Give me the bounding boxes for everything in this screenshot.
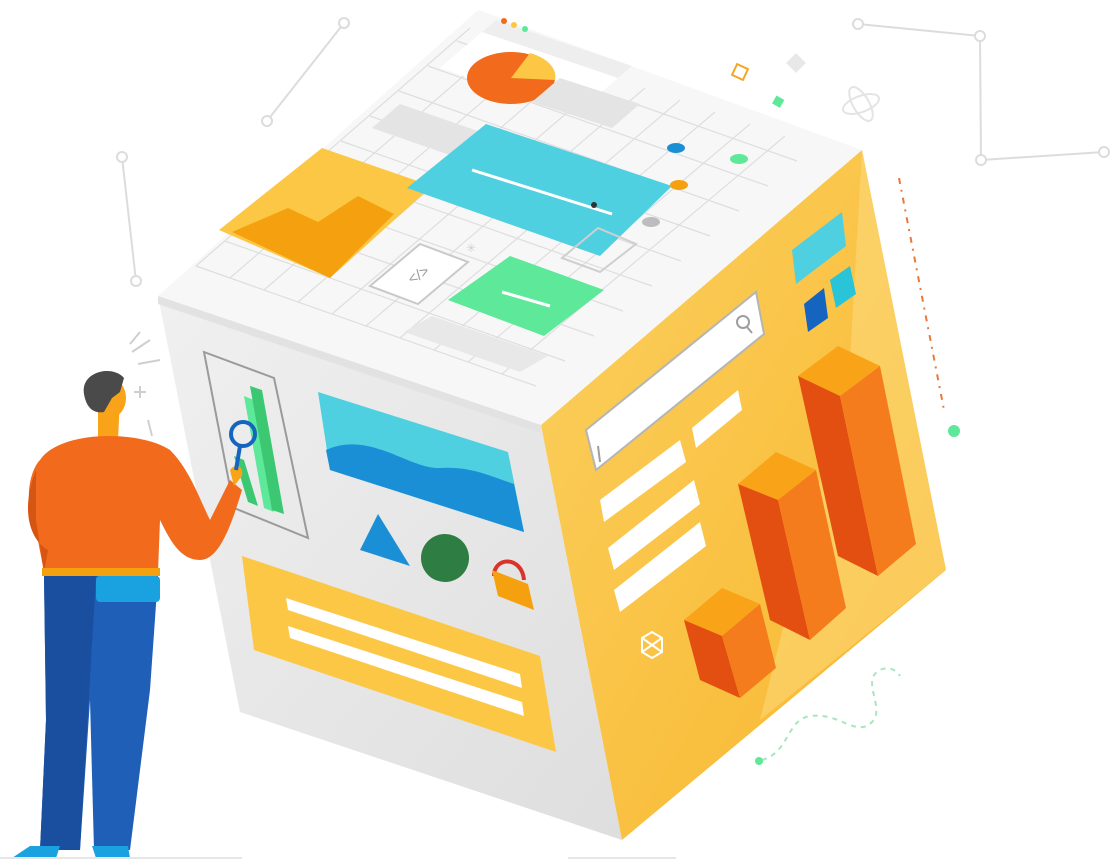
- atom-icon: [841, 86, 881, 122]
- illustration-scene: </> ✳: [0, 0, 1116, 863]
- thinking-marks: [129, 331, 161, 437]
- constellation-right: [852, 18, 1110, 166]
- outline-square-decoration: [730, 62, 750, 82]
- green-diamond-decoration: [772, 95, 785, 108]
- person-belt: [42, 568, 160, 576]
- green-dot-decoration: [948, 425, 960, 437]
- person-pocket: [96, 576, 160, 602]
- person-shoe-left: [12, 846, 60, 858]
- sparkle-decoration: ✳: [466, 241, 476, 255]
- person-shoe-right: [92, 846, 130, 858]
- person-pants-shade: [40, 576, 96, 850]
- green-small-dot-decoration: [755, 757, 763, 765]
- gray-diamond-decoration: [786, 53, 806, 73]
- cube-illustration: </> ✳: [0, 10, 1110, 859]
